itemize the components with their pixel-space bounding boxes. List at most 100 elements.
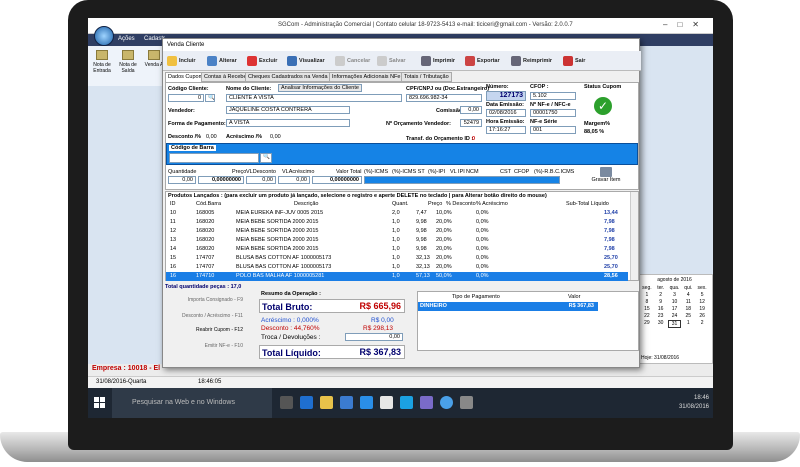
table-row[interactable]: 16 174710 POLO BAS MALHA AF 1000005281 1,0 5… (166, 272, 628, 281)
troca-input[interactable]: 0,00 (345, 333, 403, 341)
hora-emissao-label: Hora Emissão: (486, 119, 525, 125)
salvar-button[interactable]: Salvar (377, 54, 406, 68)
windows-start-icon[interactable] (94, 397, 106, 409)
vendedor-select[interactable]: JAQUELINE COSTA CONTRERA (226, 106, 350, 114)
table-cell: 16 (170, 264, 177, 270)
table-cell: 32,13 (416, 264, 430, 270)
search-icon[interactable]: 🔍 (205, 94, 215, 102)
nota-saida-button[interactable]: Nota de Saída (116, 50, 140, 74)
data-emissao-label: Data Emissão: (486, 102, 524, 108)
folder-icon (96, 50, 108, 60)
cancelar-button[interactable]: Cancelar (335, 54, 370, 68)
total-header: Valor Total (336, 169, 362, 175)
price-input[interactable]: 0,00000000 (198, 176, 244, 184)
table-row[interactable]: 10 168005 MEIA EUREKA INF-JUV 0005 2015 2,0… (166, 209, 628, 218)
cpf-input[interactable]: 829.696.982-34 (406, 94, 482, 102)
add-icon (167, 56, 177, 66)
desconto-acrescimo-button[interactable]: Desconto / Acréscimo - F11 (167, 313, 247, 325)
table-cell: 2,0 (392, 210, 400, 216)
table-cell: MEIA BEBE SORTIDA 2000 2015 (236, 246, 319, 252)
table-row[interactable]: 11 168020 MEIA BEBE SORTIDA 2000 2015 1,0 9,… (166, 218, 628, 227)
taskbar-search[interactable]: Pesquisar na Web e no Windows (112, 388, 272, 418)
store-icon[interactable] (340, 396, 353, 409)
ipi-header: (%)-IPI (428, 169, 446, 175)
sgcom-icon[interactable] (440, 396, 453, 409)
calendar-today[interactable]: Hoje: 31/08/2016 (641, 355, 679, 361)
data-emissao-input[interactable]: 02/08/2016 (486, 109, 526, 117)
comissao-input[interactable]: 0,00 (460, 106, 482, 114)
menu-acoes[interactable]: Ações (118, 36, 135, 42)
ie-icon[interactable] (360, 396, 373, 409)
hora-emissao-input[interactable]: 17:16:27 (486, 126, 526, 134)
table-row[interactable]: 14 168020 MEIA BEBE SORTIDA 2000 2015 1,0 9,… (166, 245, 628, 254)
emitir-nfe-button[interactable]: Emitir NF-e - F10 (167, 343, 247, 355)
discount-input[interactable]: 0,00 (246, 176, 276, 184)
cfop-select[interactable]: 5.102 (530, 92, 576, 100)
background-toolbar: Nota de Entrada Nota de Saída Venda A (88, 46, 168, 86)
excluir-button[interactable]: Excluir (247, 54, 277, 68)
table-cell: 32,13 (416, 255, 430, 261)
reimprimir-button[interactable]: Reimprimir (511, 54, 552, 68)
codigo-cliente-input[interactable]: 0 (168, 94, 204, 102)
table-cell: 10 (170, 210, 177, 216)
taskbar-clock[interactable]: 18:46 31/08/2016 (679, 394, 709, 412)
products-scrollbar[interactable] (630, 192, 638, 280)
table-cell: 25,70 (604, 264, 618, 270)
nfe-input[interactable]: 00001750 (530, 109, 576, 117)
visualizar-button[interactable]: Visualizar (287, 54, 325, 68)
app-icon[interactable] (380, 396, 393, 409)
serie-input[interactable]: 001 (530, 126, 576, 134)
reabrir-cupom-button[interactable]: Reabrir Cupom - F12 (167, 327, 247, 339)
imprimir-button[interactable]: Imprimir (421, 54, 455, 68)
tab-info-nfe[interactable]: Informações Adicionais NFe (329, 72, 404, 82)
exportar-button[interactable]: Exportar (465, 54, 500, 68)
table-cell: 1,0 (392, 237, 400, 243)
folder-icon (122, 50, 134, 60)
nota-entrada-button[interactable]: Nota de Entrada (90, 50, 114, 74)
troca-summary: Troca / Devoluções : (261, 334, 321, 341)
codigo-cliente-label: Código Cliente: (168, 86, 209, 92)
rbc-header: (%)-R.B.C.ICMS (534, 169, 575, 175)
transf-label: Transf. do Orçamento ID : (406, 136, 474, 142)
payment-row[interactable]: DINHEIRO R$ 367,83 (418, 302, 598, 311)
explorer-icon[interactable] (320, 396, 333, 409)
cfop-header: CFOP (514, 169, 530, 175)
surcharge-input[interactable]: 0,00 (278, 176, 310, 184)
tab-cheques[interactable]: Cheques Cadastrados na Venda (245, 72, 331, 82)
table-cell: 9,98 (416, 246, 427, 252)
tab-contas-receber[interactable]: Contas à Receber (201, 72, 252, 82)
discount-header: VLDesconto (246, 169, 276, 175)
edge-icon[interactable] (300, 396, 313, 409)
orcamento-input[interactable]: 52479 (460, 119, 482, 127)
total-input[interactable]: 0,00000000 (312, 176, 362, 184)
payment-table: Tipo de Pagamento Valor DINHEIRO R$ 367,… (417, 291, 639, 351)
tab-totais[interactable]: Totais / Tributação (401, 72, 452, 82)
gravar-item-button[interactable]: Gravar Item (586, 167, 626, 187)
vs-icon[interactable] (420, 396, 433, 409)
table-row[interactable]: 16 174707 BLUSA BAS COTTON AF 1000005173 1,… (166, 263, 628, 272)
barcode-search-icon[interactable]: 🔍 (260, 153, 272, 163)
desconto-value: 0,00 (206, 134, 217, 140)
status-check-icon: ✓ (594, 97, 612, 115)
incluir-button[interactable]: Incluir (167, 54, 196, 68)
settings-icon[interactable] (460, 396, 473, 409)
window-controls[interactable]: –□✕ (663, 20, 709, 29)
analisar-cliente-button[interactable]: Analisar Informações do Cliente (278, 84, 362, 92)
tab-dados-cupom[interactable]: Dados Cupom (165, 72, 207, 82)
table-row[interactable]: 15 174707 BLUSA BAS COTTON AF 1000005173 1,… (166, 254, 628, 263)
qty-input[interactable]: 0,00 (168, 176, 196, 184)
table-row[interactable]: 12 168020 MEIA BEBE SORTIDA 2000 2015 1,0 9,… (166, 227, 628, 236)
cart-icon (148, 50, 160, 60)
table-cell: 7,98 (604, 228, 615, 234)
table-row[interactable]: 13 168020 MEIA BEBE SORTIDA 2000 2015 1,0 9,… (166, 236, 628, 245)
alterar-button[interactable]: Alterar (207, 54, 237, 68)
nome-cliente-input[interactable]: CLIENTE A VISTA (226, 94, 402, 102)
skype-icon[interactable] (400, 396, 413, 409)
forma-pagamento-select[interactable]: A VISTA (226, 119, 350, 127)
codigo-barra-input[interactable] (169, 153, 259, 163)
importa-consignado-button[interactable]: Importa Consignado - F9 (167, 297, 247, 309)
task-view-icon[interactable] (280, 396, 293, 409)
acrescimo-amount: R$ 0,00 (371, 317, 394, 324)
sair-button[interactable]: Sair (563, 54, 585, 68)
products-header: ID Cód.Barra Descrição Quant. Preço % De… (170, 201, 609, 207)
